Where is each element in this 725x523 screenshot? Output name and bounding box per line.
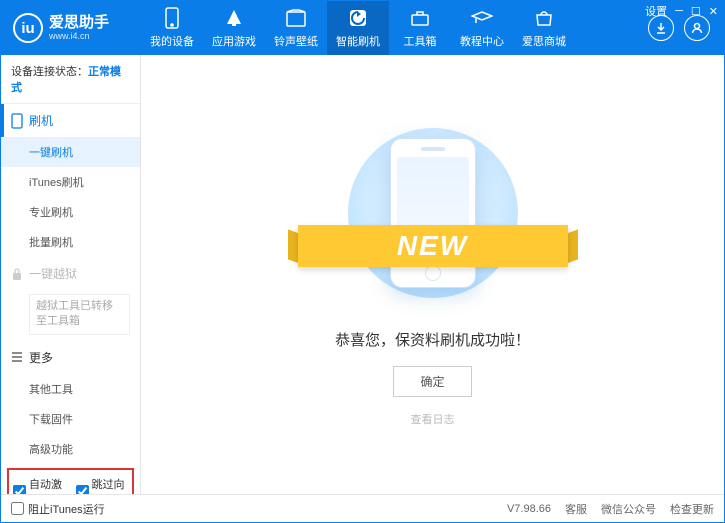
section-jailbreak: 一键越狱 [1, 257, 140, 290]
tutorial-icon [471, 7, 493, 29]
app-site: www.i4.cn [49, 31, 109, 41]
sidebar-item-other-tools[interactable]: 其他工具 [1, 374, 140, 404]
close-icon[interactable]: ✕ [709, 5, 718, 18]
sidebar-item-itunes-flash[interactable]: iTunes刷机 [1, 167, 140, 197]
flash-options-highlight: 自动激活 跳过向导 [7, 468, 134, 494]
lock-icon [11, 267, 23, 281]
nav-tutorials[interactable]: 教程中心 [451, 1, 513, 55]
maximize-icon[interactable]: ☐ [691, 5, 701, 18]
wallpaper-icon [286, 7, 306, 29]
main-panel: NEW 恭喜您，保资料刷机成功啦！ 确定 查看日志 [141, 55, 724, 494]
minimize-icon[interactable]: ─ [675, 5, 683, 17]
success-message: 恭喜您，保资料刷机成功啦！ [335, 329, 530, 350]
app-name: 爱思助手 [49, 15, 109, 32]
wechat-link[interactable]: 微信公众号 [601, 501, 656, 517]
logo: iu 爱思助手 www.i4.cn [1, 13, 141, 43]
settings-label[interactable]: 设置 [645, 3, 667, 19]
new-ribbon: NEW [298, 225, 568, 267]
success-illustration: NEW [328, 123, 538, 303]
nav-toolbox[interactable]: 工具箱 [389, 1, 451, 55]
nav-ringtones[interactable]: 铃声壁纸 [265, 1, 327, 55]
sidebar: 设备连接状态：正常模式 刷机 一键刷机 iTunes刷机 专业刷机 批量刷机 一… [1, 55, 141, 494]
nav-smart-flash[interactable]: 智能刷机 [327, 1, 389, 55]
skip-guide-checkbox[interactable]: 跳过向导 [76, 476, 129, 494]
menu-icon [11, 351, 23, 363]
titlebar: iu 爱思助手 www.i4.cn 我的设备 应用游戏 铃声壁纸 智能刷机 [1, 1, 724, 55]
sidebar-item-oneclick-flash[interactable]: 一键刷机 [1, 137, 140, 167]
check-update-link[interactable]: 检查更新 [670, 501, 714, 517]
support-link[interactable]: 客服 [565, 501, 587, 517]
app-window: 设置 ─ ☐ ✕ iu 爱思助手 www.i4.cn 我的设备 应用游戏 铃声壁… [0, 0, 725, 523]
window-controls: 设置 ─ ☐ ✕ [645, 3, 718, 19]
auto-activate-checkbox[interactable]: 自动激活 [13, 476, 66, 494]
top-nav: 我的设备 应用游戏 铃声壁纸 智能刷机 工具箱 教程中心 [141, 1, 634, 55]
block-itunes-checkbox[interactable]: 阻止iTunes运行 [11, 501, 105, 517]
footer-right: V7.98.66 客服 微信公众号 检查更新 [507, 501, 714, 517]
section-flash[interactable]: 刷机 [1, 104, 140, 137]
section-more[interactable]: 更多 [1, 341, 140, 374]
connection-status: 设备连接状态：正常模式 [1, 55, 140, 104]
toolbox-icon [410, 7, 430, 29]
store-icon [534, 7, 554, 29]
phone-icon [164, 7, 180, 29]
nav-apps-games[interactable]: 应用游戏 [203, 1, 265, 55]
nav-my-device[interactable]: 我的设备 [141, 1, 203, 55]
logo-icon: iu [13, 13, 43, 43]
sidebar-item-pro-flash[interactable]: 专业刷机 [1, 197, 140, 227]
body: 设备连接状态：正常模式 刷机 一键刷机 iTunes刷机 专业刷机 批量刷机 一… [1, 55, 724, 494]
sidebar-item-advanced[interactable]: 高级功能 [1, 434, 140, 464]
jailbreak-note: 越狱工具已转移至工具箱 [29, 294, 130, 335]
version-label: V7.98.66 [507, 503, 551, 515]
nav-store[interactable]: 爱思商城 [513, 1, 575, 55]
footer: 阻止iTunes运行 V7.98.66 客服 微信公众号 检查更新 [1, 494, 724, 522]
view-log-link[interactable]: 查看日志 [411, 411, 455, 427]
sidebar-item-download-fw[interactable]: 下载固件 [1, 404, 140, 434]
apps-icon [224, 7, 244, 29]
phone-small-icon [11, 113, 23, 129]
flash-icon [348, 7, 368, 29]
sidebar-item-batch-flash[interactable]: 批量刷机 [1, 227, 140, 257]
ok-button[interactable]: 确定 [393, 366, 471, 397]
